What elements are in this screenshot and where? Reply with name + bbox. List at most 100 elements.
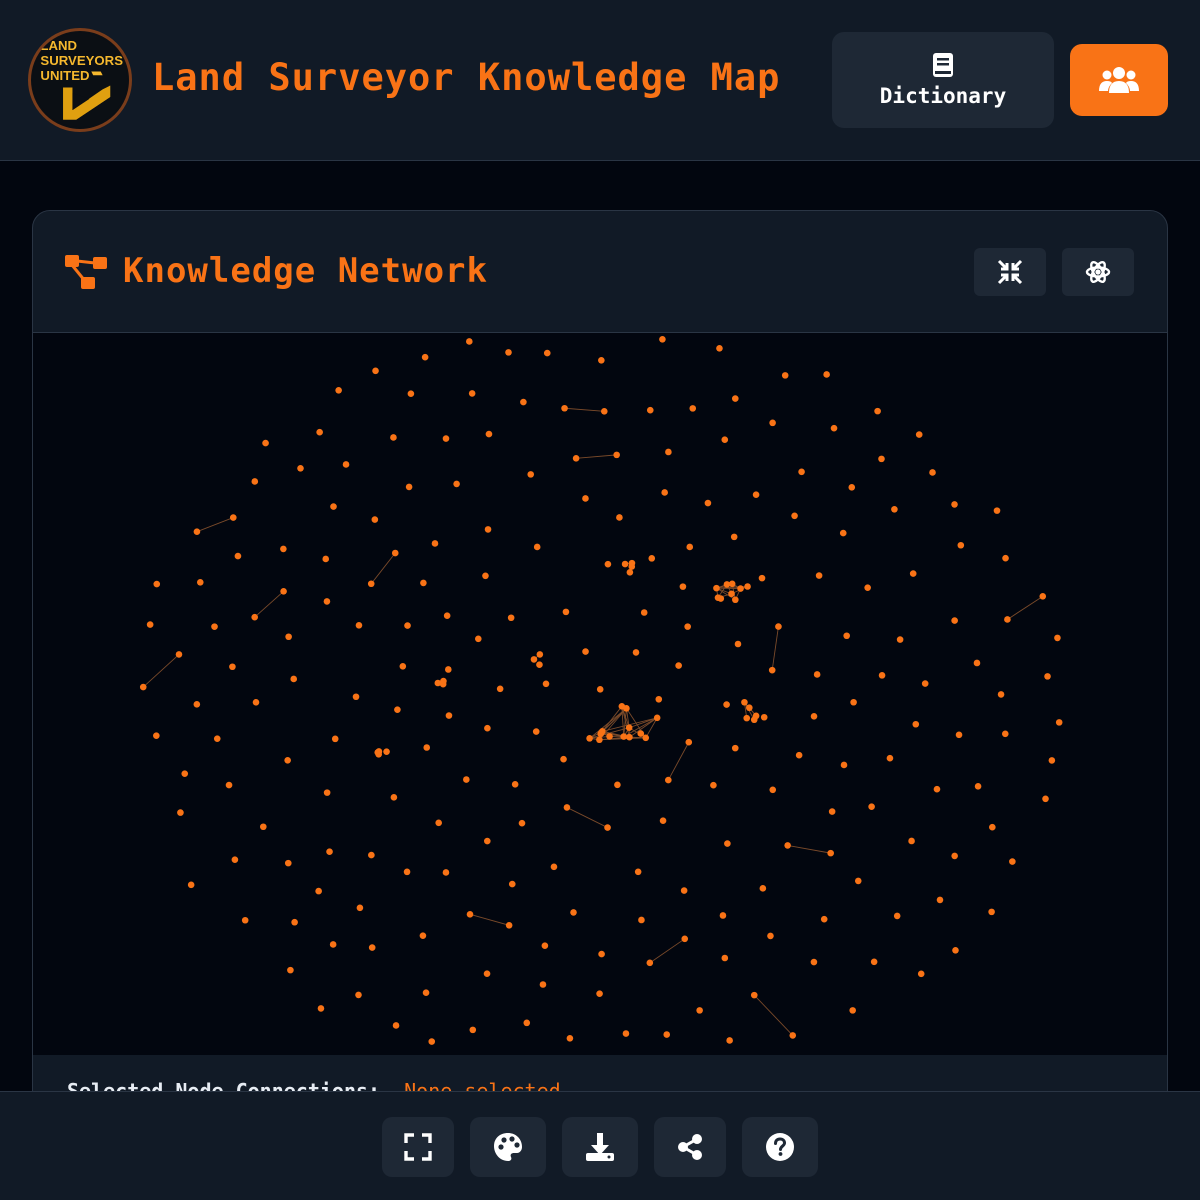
graph-node[interactable] (936, 896, 944, 904)
graph-node[interactable] (951, 501, 958, 508)
graph-node[interactable] (405, 483, 413, 491)
graph-node[interactable] (1002, 554, 1009, 562)
graph-node[interactable] (820, 915, 828, 923)
graph-node[interactable] (291, 918, 298, 926)
graph-node[interactable] (372, 367, 379, 375)
graph-node[interactable] (213, 735, 221, 742)
graph-node[interactable] (196, 578, 204, 586)
graph-node[interactable] (586, 735, 593, 742)
graph-node[interactable] (541, 942, 549, 950)
graph-node[interactable] (775, 623, 782, 630)
graph-node[interactable] (442, 435, 450, 442)
graph-node[interactable] (352, 693, 360, 701)
graph-node[interactable] (153, 732, 160, 739)
graph-node[interactable] (737, 585, 744, 592)
graph-node[interactable] (285, 633, 292, 641)
graph-node[interactable] (632, 649, 640, 656)
graph-node[interactable] (646, 406, 654, 414)
graph-node[interactable] (625, 724, 633, 732)
graph-node[interactable] (989, 823, 996, 831)
graph-node[interactable] (505, 349, 512, 356)
graph-node[interactable] (139, 683, 147, 691)
graph-node[interactable] (731, 395, 739, 402)
graph-node[interactable] (795, 751, 803, 759)
dictionary-button[interactable]: Dictionary (832, 32, 1054, 128)
graph-node[interactable] (743, 714, 751, 722)
graph-node[interactable] (878, 672, 886, 679)
graph-node[interactable] (896, 636, 904, 643)
graph-node[interactable] (399, 663, 407, 670)
graph-node[interactable] (784, 842, 791, 849)
graph-node[interactable] (507, 614, 515, 622)
graph-node[interactable] (893, 912, 901, 920)
graph-node[interactable] (435, 819, 442, 827)
graph-node[interactable] (536, 661, 543, 669)
graph-node[interactable] (752, 712, 760, 720)
graph-node[interactable] (714, 594, 722, 601)
graph-node[interactable] (598, 729, 605, 737)
graph-node[interactable] (741, 698, 748, 706)
graph-node[interactable] (912, 720, 920, 728)
graph-node[interactable] (653, 714, 661, 722)
graph-node[interactable] (864, 584, 871, 591)
graph-node[interactable] (508, 880, 516, 888)
graph-node[interactable] (628, 559, 636, 567)
fullscreen-button[interactable] (382, 1117, 454, 1177)
graph-node[interactable] (1048, 757, 1056, 764)
graph-node[interactable] (685, 738, 693, 746)
graph-node[interactable] (638, 916, 645, 924)
graph-node[interactable] (750, 991, 758, 999)
graph-node[interactable] (921, 680, 929, 687)
graph-node[interactable] (891, 506, 898, 513)
graph-node[interactable] (225, 781, 233, 789)
graph-node[interactable] (562, 608, 570, 616)
graph-node[interactable] (598, 950, 605, 958)
graph-node[interactable] (810, 958, 818, 966)
graph-node[interactable] (675, 662, 682, 669)
graph-node[interactable] (563, 804, 571, 811)
graph-node[interactable] (1054, 634, 1061, 642)
graph-node[interactable] (868, 803, 875, 810)
graph-node[interactable] (466, 338, 473, 345)
graph-node[interactable] (640, 609, 648, 616)
graph-node[interactable] (686, 543, 694, 551)
graph-node[interactable] (622, 1030, 630, 1037)
graph-node[interactable] (463, 776, 470, 783)
collapse-button[interactable] (974, 248, 1046, 296)
graph-node[interactable] (752, 491, 760, 498)
graph-node[interactable] (423, 744, 431, 751)
graph-node[interactable] (505, 922, 513, 929)
graph-node[interactable] (758, 574, 766, 582)
graph-node[interactable] (952, 946, 959, 954)
graph-node[interactable] (620, 733, 628, 740)
graph-node[interactable] (724, 840, 731, 847)
graph-node[interactable] (153, 580, 161, 588)
graph-node[interactable] (234, 552, 242, 560)
graph-node[interactable] (403, 868, 411, 876)
graph-node[interactable] (542, 680, 550, 688)
graph-node[interactable] (323, 598, 331, 605)
graph-node[interactable] (915, 431, 923, 438)
graph-node[interactable] (211, 623, 218, 630)
graph-node[interactable] (732, 596, 739, 604)
graph-node[interactable] (193, 528, 201, 536)
graph-node[interactable] (241, 916, 249, 924)
graph-node[interactable] (177, 809, 184, 816)
graph-node[interactable] (252, 698, 260, 706)
graph-node[interactable] (646, 959, 654, 967)
graph-node[interactable] (767, 932, 774, 940)
graph-node[interactable] (728, 590, 735, 598)
graph-node[interactable] (482, 572, 489, 580)
graph-node[interactable] (723, 581, 731, 588)
graph-node[interactable] (716, 345, 723, 352)
graph-node[interactable] (917, 970, 925, 978)
graph-node[interactable] (696, 1007, 703, 1014)
graph-node[interactable] (530, 656, 538, 663)
graph-node[interactable] (933, 785, 941, 793)
graph-node[interactable] (419, 932, 427, 939)
graph-node[interactable] (886, 754, 894, 762)
graph-node[interactable] (175, 651, 183, 658)
graph-node[interactable] (284, 859, 292, 867)
graph-node[interactable] (392, 1022, 400, 1029)
graph-node[interactable] (870, 958, 878, 966)
